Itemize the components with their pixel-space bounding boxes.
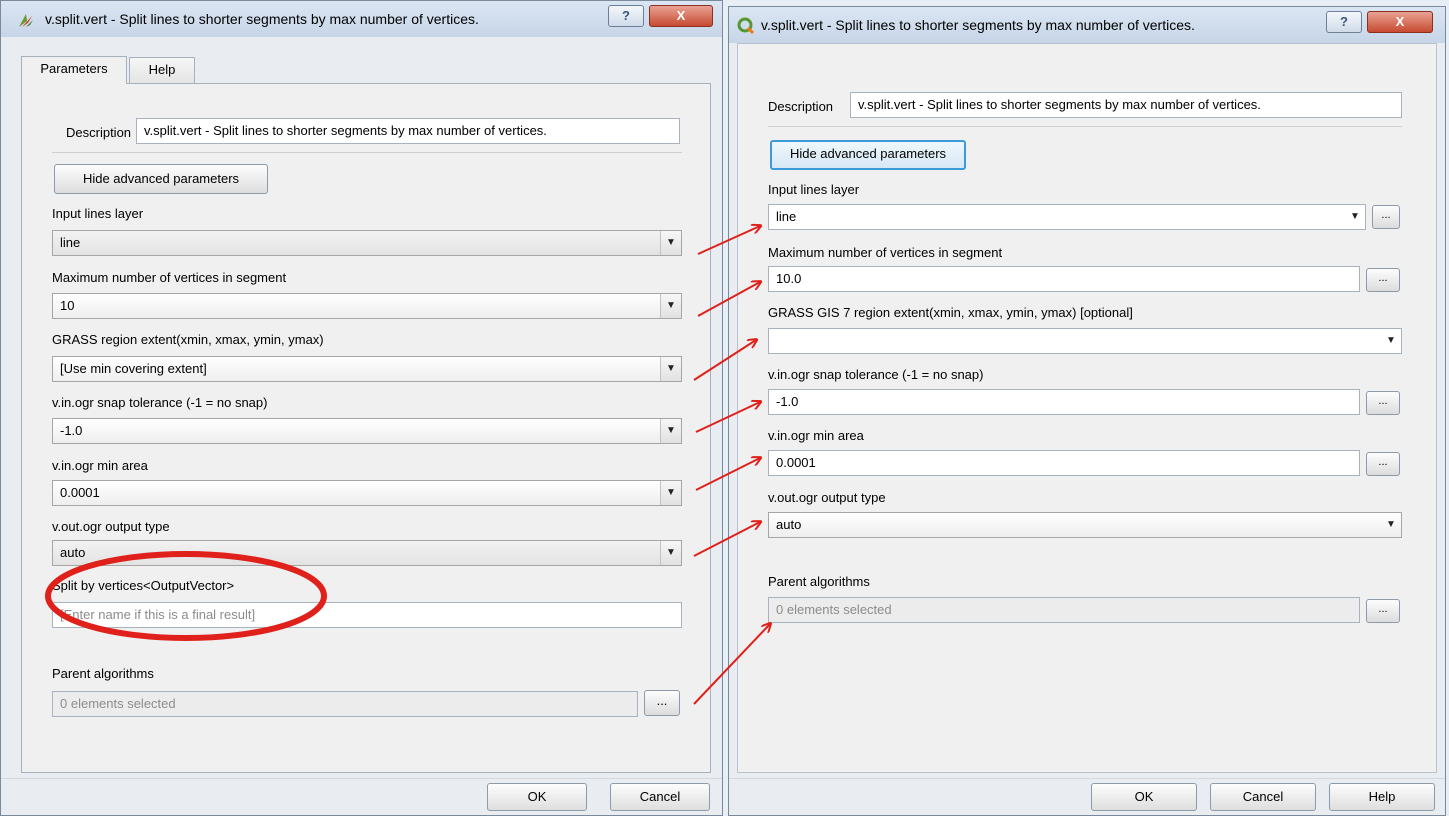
cancel-button[interactable]: Cancel (610, 783, 710, 811)
hide-advanced-button[interactable]: Hide advanced parameters (54, 164, 268, 194)
tab-help[interactable]: Help (129, 57, 195, 83)
output-type-value: auto (776, 517, 802, 532)
input-lines-label: Input lines layer (768, 182, 860, 197)
region-combo[interactable]: ▼ (768, 328, 1402, 354)
input-lines-combo[interactable]: line ▼ (52, 230, 682, 256)
input-lines-value: line (60, 235, 81, 250)
min-area-label: v.in.ogr min area (52, 458, 148, 473)
help-button[interactable]: Help (1329, 783, 1435, 811)
left-help-title-button[interactable]: ? (608, 5, 644, 27)
chevron-down-icon[interactable]: ▼ (660, 419, 681, 443)
close-icon: X (1395, 14, 1405, 29)
chevron-down-icon[interactable]: ▼ (660, 481, 681, 505)
split-output-field[interactable]: [Enter name if this is a final result] (52, 602, 682, 628)
output-type-combo[interactable]: auto ▼ (52, 540, 682, 566)
tab-parameters[interactable]: Parameters (21, 56, 127, 84)
grass-plugin-icon (19, 14, 33, 27)
left-dialog-window: v.split.vert - Split lines to shorter se… (0, 0, 723, 816)
input-lines-label: Input lines layer (52, 206, 144, 221)
min-area-field[interactable]: 0.0001 (768, 450, 1360, 476)
left-window-title: v.split.vert - Split lines to shorter se… (45, 11, 479, 27)
parent-algorithms-browse-button[interactable]: ... (644, 690, 680, 716)
snap-tolerance-value: -1.0 (60, 423, 83, 438)
parent-algorithms-field: 0 elements selected (768, 597, 1360, 623)
description-separator (52, 152, 682, 153)
chevron-down-icon[interactable]: ▼ (660, 541, 681, 565)
right-button-bar: OK Cancel Help (729, 778, 1445, 815)
right-dialog-window: v.split.vert - Split lines to shorter se… (728, 6, 1446, 816)
left-parameters-panel: Description v.split.vert - Split lines t… (21, 83, 711, 773)
left-button-bar: OK Cancel (1, 778, 722, 815)
parent-algorithms-browse-button[interactable]: ... (1366, 599, 1400, 623)
description-label: Description (66, 125, 132, 140)
max-vertices-field[interactable]: 10.0 (768, 266, 1360, 292)
min-area-combo[interactable]: 0.0001 ▼ (52, 480, 682, 506)
chevron-down-icon[interactable]: ▼ (660, 231, 681, 255)
min-area-label: v.in.ogr min area (768, 428, 864, 443)
snap-tolerance-combo[interactable]: -1.0 ▼ (52, 418, 682, 444)
parent-algorithms-label: Parent algorithms (768, 574, 870, 589)
output-type-combo[interactable]: auto ▼ (768, 512, 1402, 538)
cancel-button[interactable]: Cancel (1210, 783, 1316, 811)
left-close-button[interactable]: X (649, 5, 713, 27)
right-help-title-button[interactable]: ? (1326, 11, 1362, 33)
snap-tolerance-field[interactable]: -1.0 (768, 389, 1360, 415)
max-vertices-label: Maximum number of vertices in segment (768, 245, 1003, 260)
hide-advanced-button[interactable]: Hide advanced parameters (770, 140, 966, 170)
chevron-down-icon[interactable]: ▼ (1345, 205, 1365, 229)
max-vertices-combo[interactable]: 10 ▼ (52, 293, 682, 319)
parent-algorithms-field: 0 elements selected (52, 691, 638, 717)
chevron-down-icon[interactable]: ▼ (1381, 513, 1401, 537)
close-icon: X (676, 8, 686, 23)
question-mark-icon: ? (622, 8, 630, 23)
region-label: GRASS GIS 7 region extent(xmin, xmax, ym… (768, 305, 1133, 320)
split-output-label: Split by vertices<OutputVector> (52, 578, 235, 593)
snap-tolerance-label: v.in.ogr snap tolerance (-1 = no snap) (52, 395, 268, 410)
ok-button[interactable]: OK (1091, 783, 1197, 811)
min-area-value: 0.0001 (60, 485, 100, 500)
right-parameters-panel: Description v.split.vert - Split lines t… (737, 43, 1437, 773)
right-title-bar: v.split.vert - Split lines to shorter se… (729, 7, 1445, 43)
right-close-button[interactable]: X (1367, 11, 1433, 33)
ok-button[interactable]: OK (487, 783, 587, 811)
snap-tolerance-browse-button[interactable]: ... (1366, 391, 1400, 415)
input-lines-value: line (776, 209, 797, 224)
output-type-value: auto (60, 545, 86, 560)
right-window-title: v.split.vert - Split lines to shorter se… (761, 17, 1195, 33)
input-lines-browse-button[interactable]: ... (1372, 205, 1400, 229)
left-title-bar: v.split.vert - Split lines to shorter se… (1, 1, 722, 37)
question-mark-icon: ? (1340, 14, 1348, 29)
input-lines-combo[interactable]: line ▼ (768, 204, 1366, 230)
snap-tolerance-label: v.in.ogr snap tolerance (-1 = no snap) (768, 367, 984, 382)
min-area-browse-button[interactable]: ... (1366, 452, 1400, 476)
description-field[interactable]: v.split.vert - Split lines to shorter se… (136, 118, 680, 144)
description-label: Description (768, 99, 834, 114)
region-value: [Use min covering extent] (60, 361, 207, 376)
parent-algorithms-label: Parent algorithms (52, 666, 154, 681)
max-vertices-browse-button[interactable]: ... (1366, 268, 1400, 292)
chevron-down-icon[interactable]: ▼ (660, 294, 681, 318)
max-vertices-label: Maximum number of vertices in segment (52, 270, 287, 285)
region-combo[interactable]: [Use min covering extent] ▼ (52, 356, 682, 382)
chevron-down-icon[interactable]: ▼ (660, 357, 681, 381)
description-field[interactable]: v.split.vert - Split lines to shorter se… (850, 92, 1402, 118)
max-vertices-value: 10 (60, 298, 75, 313)
chevron-down-icon[interactable]: ▼ (1381, 329, 1401, 353)
output-type-label: v.out.ogr output type (768, 490, 886, 505)
region-label: GRASS region extent(xmin, xmax, ymin, ym… (52, 332, 324, 347)
qgis-logo-icon (737, 17, 755, 35)
output-type-label: v.out.ogr output type (52, 519, 170, 534)
description-separator (768, 126, 1402, 127)
